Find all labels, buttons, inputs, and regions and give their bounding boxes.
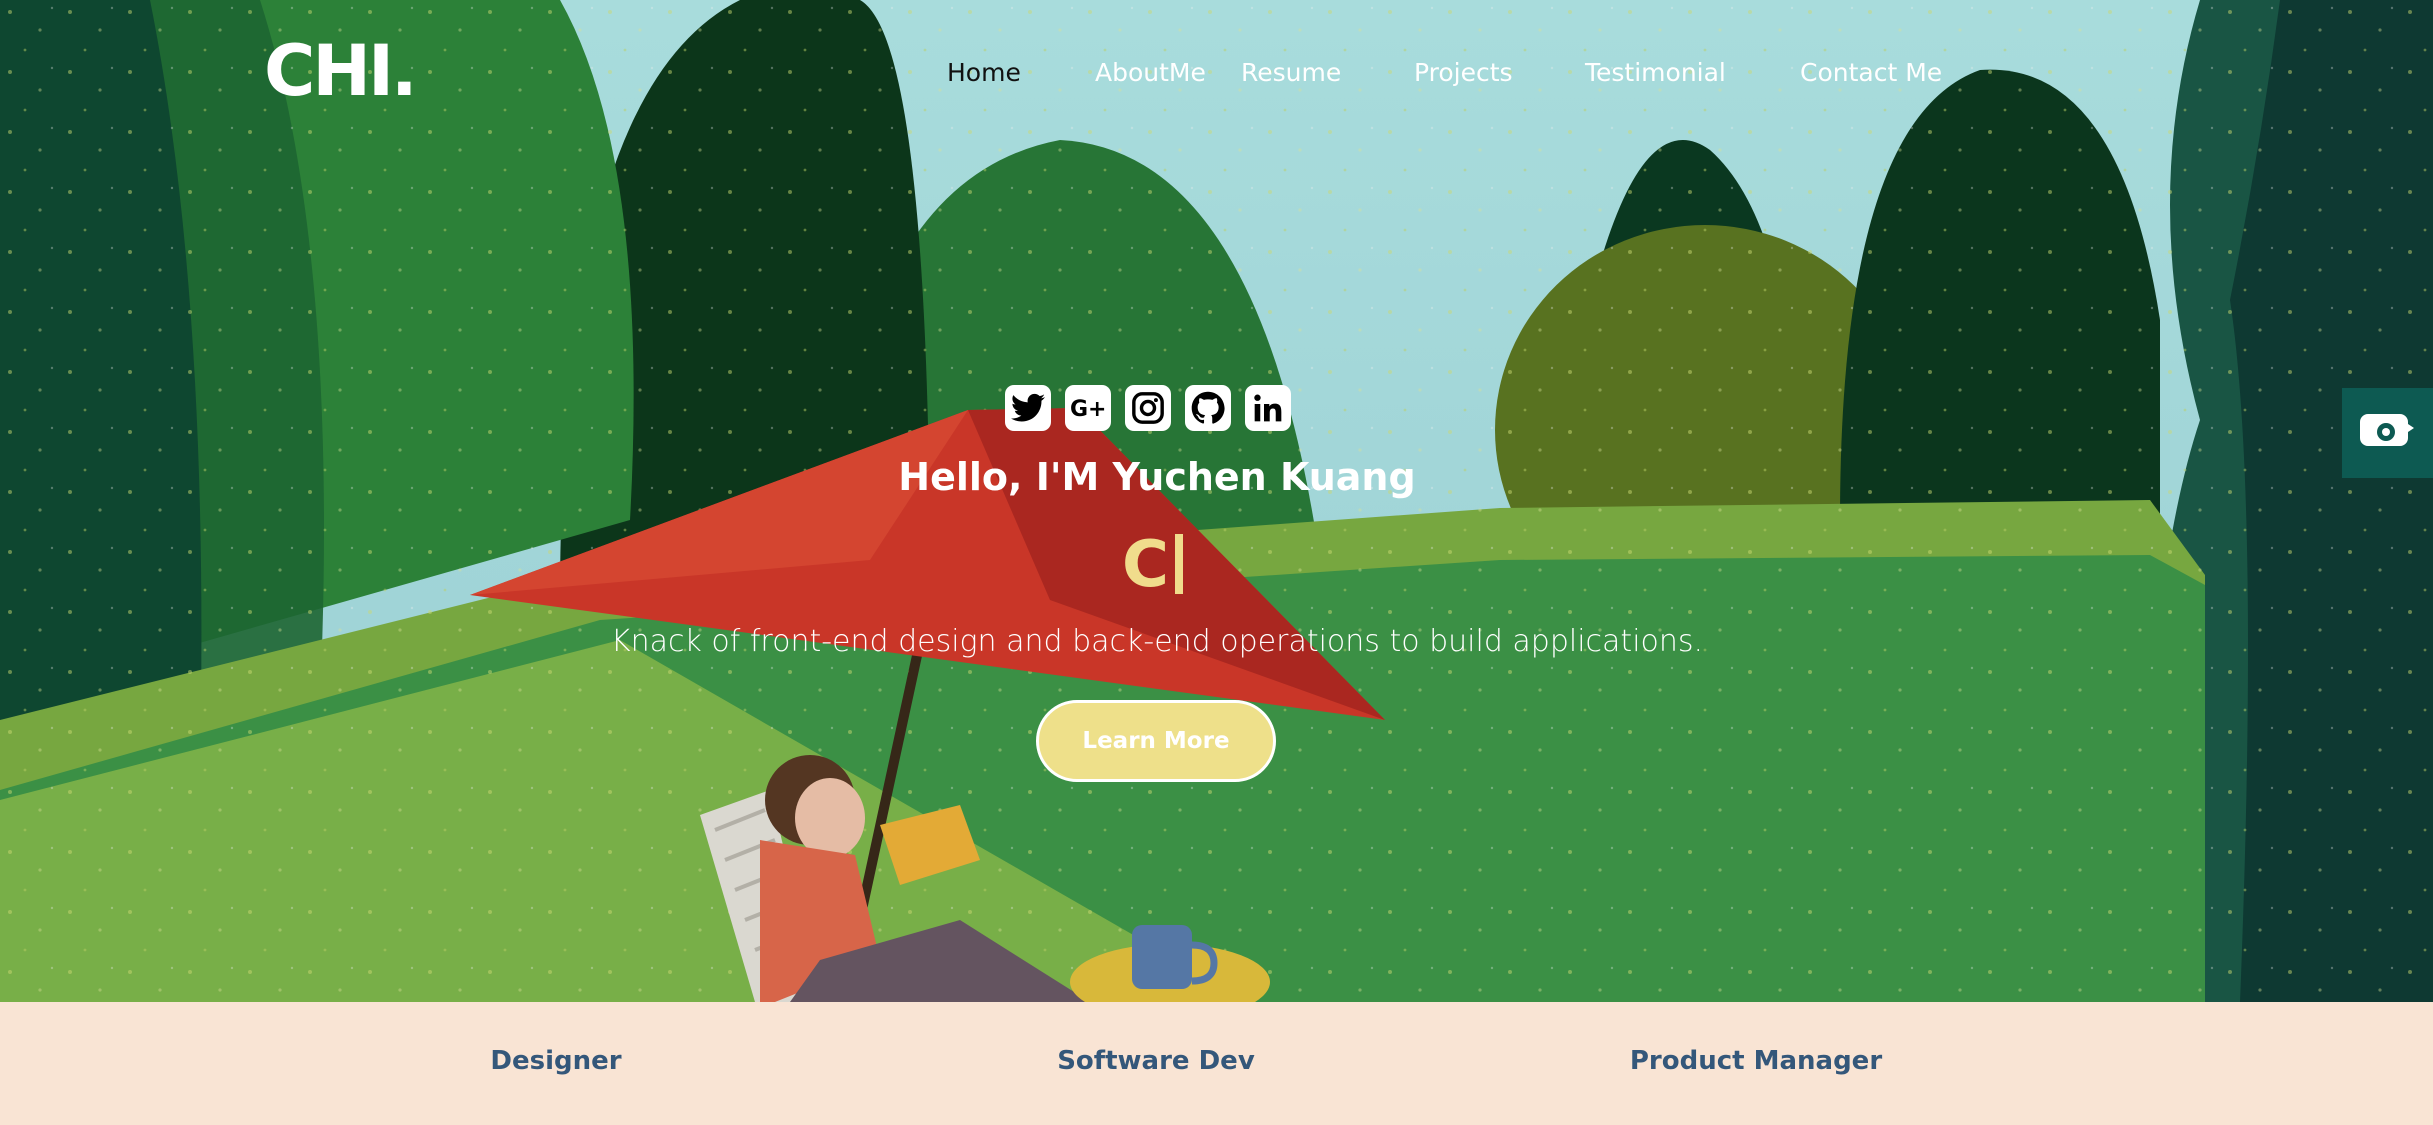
nav-contact-me[interactable]: Contact Me: [1800, 54, 1942, 92]
hero-tagline: Knack of front-end design and back-end o…: [610, 624, 1704, 659]
roles-strip: Designer Software Dev Product Manager: [0, 1002, 2433, 1125]
nav-testimonial[interactable]: Testimonial: [1585, 54, 1800, 92]
chat-icon: [2359, 414, 2414, 446]
role-designer: Designer: [490, 1046, 622, 1076]
site-logo[interactable]: CHI.: [264, 34, 418, 108]
hero-greeting: Hello, I'M Yuchen Kuang: [898, 455, 1416, 499]
learn-more-button[interactable]: Learn More: [1036, 700, 1276, 782]
nav-aboutme[interactable]: AboutMe: [1095, 54, 1241, 92]
typing-cursor: [1174, 534, 1183, 594]
github-icon[interactable]: [1185, 385, 1231, 431]
chat-widget-button[interactable]: [2342, 388, 2433, 478]
twitter-icon[interactable]: [1005, 385, 1051, 431]
main-nav: Home AboutMe Resume Projects Testimonial…: [947, 54, 1942, 92]
role-product-manager: Product Manager: [1629, 1046, 1883, 1076]
google-plus-icon[interactable]: G+: [1065, 385, 1111, 431]
typed-text: C: [1122, 528, 1169, 602]
hero-section: CHI. Home AboutMe Resume Projects Testim…: [0, 0, 2433, 1002]
linkedin-icon[interactable]: [1245, 385, 1291, 431]
instagram-icon[interactable]: [1125, 385, 1171, 431]
social-links: G+: [1005, 385, 1291, 431]
role-software-dev: Software Dev: [1057, 1046, 1255, 1076]
nav-resume[interactable]: Resume: [1241, 54, 1414, 92]
nav-projects[interactable]: Projects: [1414, 54, 1585, 92]
svg-text:G+: G+: [1070, 397, 1107, 421]
nav-home[interactable]: Home: [947, 54, 1095, 92]
typed-role-text: C: [1122, 525, 1183, 605]
